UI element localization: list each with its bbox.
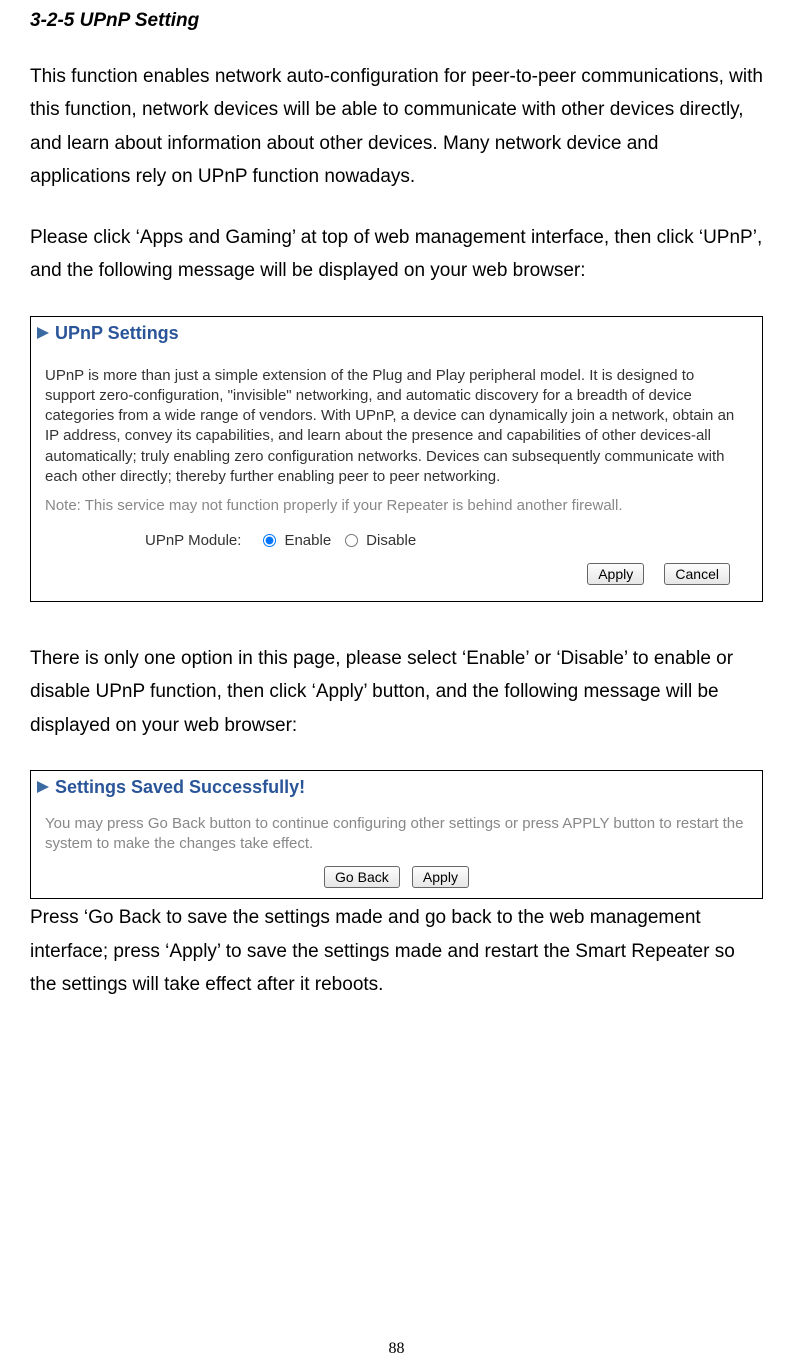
saved-title: Settings Saved Successfully! (55, 777, 305, 798)
upnp-settings-screenshot: UPnP Settings UPnP is more than just a s… (30, 316, 763, 603)
settings-saved-screenshot: Settings Saved Successfully! You may pre… (30, 770, 763, 900)
enable-label: Enable (284, 532, 331, 549)
paragraph-nav-instruction: Please click ‘Apps and Gaming’ at top of… (30, 221, 763, 288)
upnp-module-label: UPnP Module: (145, 532, 241, 549)
apply-button[interactable]: Apply (587, 563, 644, 585)
paragraph-enable-disable: There is only one option in this page, p… (30, 642, 763, 742)
go-back-button[interactable]: Go Back (324, 866, 400, 888)
triangle-right-icon (37, 327, 49, 339)
disable-radio[interactable] (345, 534, 358, 547)
upnp-note: Note: This service may not function prop… (45, 497, 748, 514)
upnp-module-row: UPnP Module: Enable Disable (145, 532, 748, 549)
apply-saved-button[interactable]: Apply (412, 866, 469, 888)
saved-text: You may press Go Back button to continue… (45, 814, 748, 855)
enable-radio[interactable] (263, 534, 276, 547)
panel-title: UPnP Settings (55, 323, 179, 344)
paragraph-goback: Press ‘Go Back to save the settings made… (30, 901, 763, 1001)
cancel-button[interactable]: Cancel (664, 563, 730, 585)
panel-header-saved: Settings Saved Successfully! (31, 771, 762, 802)
panel-header: UPnP Settings (31, 317, 762, 348)
triangle-right-icon (37, 781, 49, 793)
paragraph-intro: This function enables network auto-confi… (30, 60, 763, 193)
upnp-description: UPnP is more than just a simple extensio… (45, 366, 748, 488)
section-heading: 3-2-5 UPnP Setting (30, 10, 763, 32)
disable-label: Disable (366, 532, 416, 549)
page-number: 88 (0, 1340, 793, 1358)
